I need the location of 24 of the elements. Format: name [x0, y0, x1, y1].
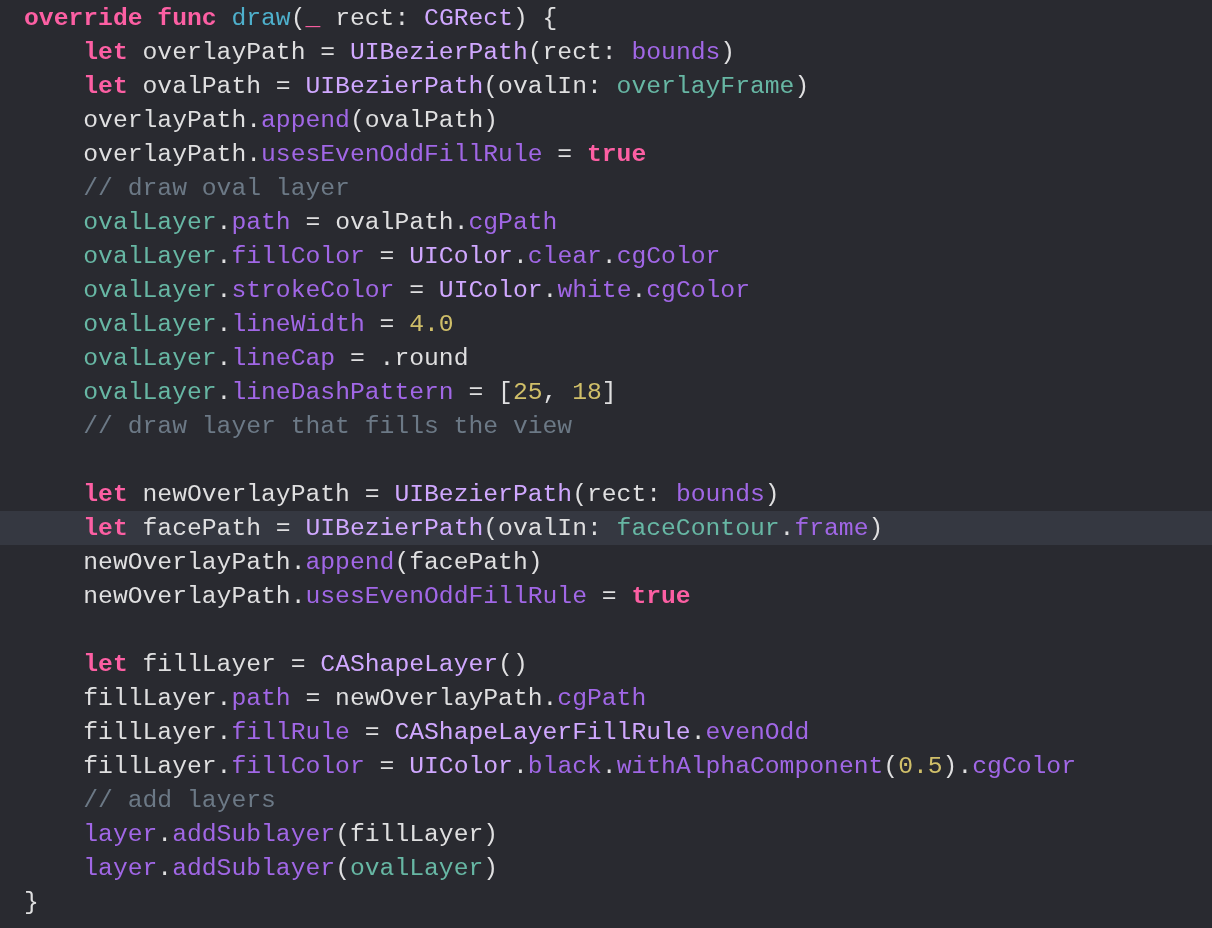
code-line: fillLayer.fillRule = CAShapeLayerFillRule.evenOdd: [82, 717, 811, 748]
code-line: layer.addSublayer(ovalLayer): [82, 853, 500, 884]
code-line: ovalLayer.fillColor = UIColor.clear.cgColor: [82, 241, 722, 272]
code-line: ovalLayer.lineDashPattern = [25, 18]: [82, 377, 618, 408]
code-line: newOverlayPath.append(facePath): [82, 547, 544, 578]
code-line: overlayPath.append(ovalPath): [82, 105, 500, 136]
code-line: let ovalPath = UIBezierPath(ovalIn: overlayFrame): [82, 71, 811, 102]
code-line: ovalLayer.lineWidth = 4.0: [82, 309, 455, 340]
code-line: ovalLayer.lineCap = .round: [82, 343, 470, 374]
code-line: let fillLayer = CAShapeLayer(): [82, 649, 529, 680]
code-line: // draw oval layer: [82, 173, 351, 204]
code-line: // draw layer that fills the view: [82, 411, 574, 442]
code-line: let overlayPath = UIBezierPath(rect: bounds): [82, 37, 737, 68]
code-line: let newOverlayPath = UIBezierPath(rect: bounds): [82, 479, 781, 510]
code-line: fillLayer.fillColor = UIColor.black.withAlphaComponent(0.5).cgColor: [82, 751, 1077, 782]
code-line: override func draw(_ rect: CGRect) {: [23, 3, 559, 34]
code-line: // add layers: [82, 785, 277, 816]
code-line: }: [23, 887, 40, 918]
code-line: overlayPath.usesEvenOddFillRule = true: [82, 139, 648, 170]
code-line: fillLayer.path = newOverlayPath.cgPath: [82, 683, 648, 714]
code-line: layer.addSublayer(fillLayer): [82, 819, 500, 850]
code-line: ovalLayer.path = ovalPath.cgPath: [82, 207, 559, 238]
code-line: newOverlayPath.usesEvenOddFillRule = true: [82, 581, 692, 612]
code-line: ovalLayer.strokeColor = UIColor.white.cgColor: [82, 275, 751, 306]
